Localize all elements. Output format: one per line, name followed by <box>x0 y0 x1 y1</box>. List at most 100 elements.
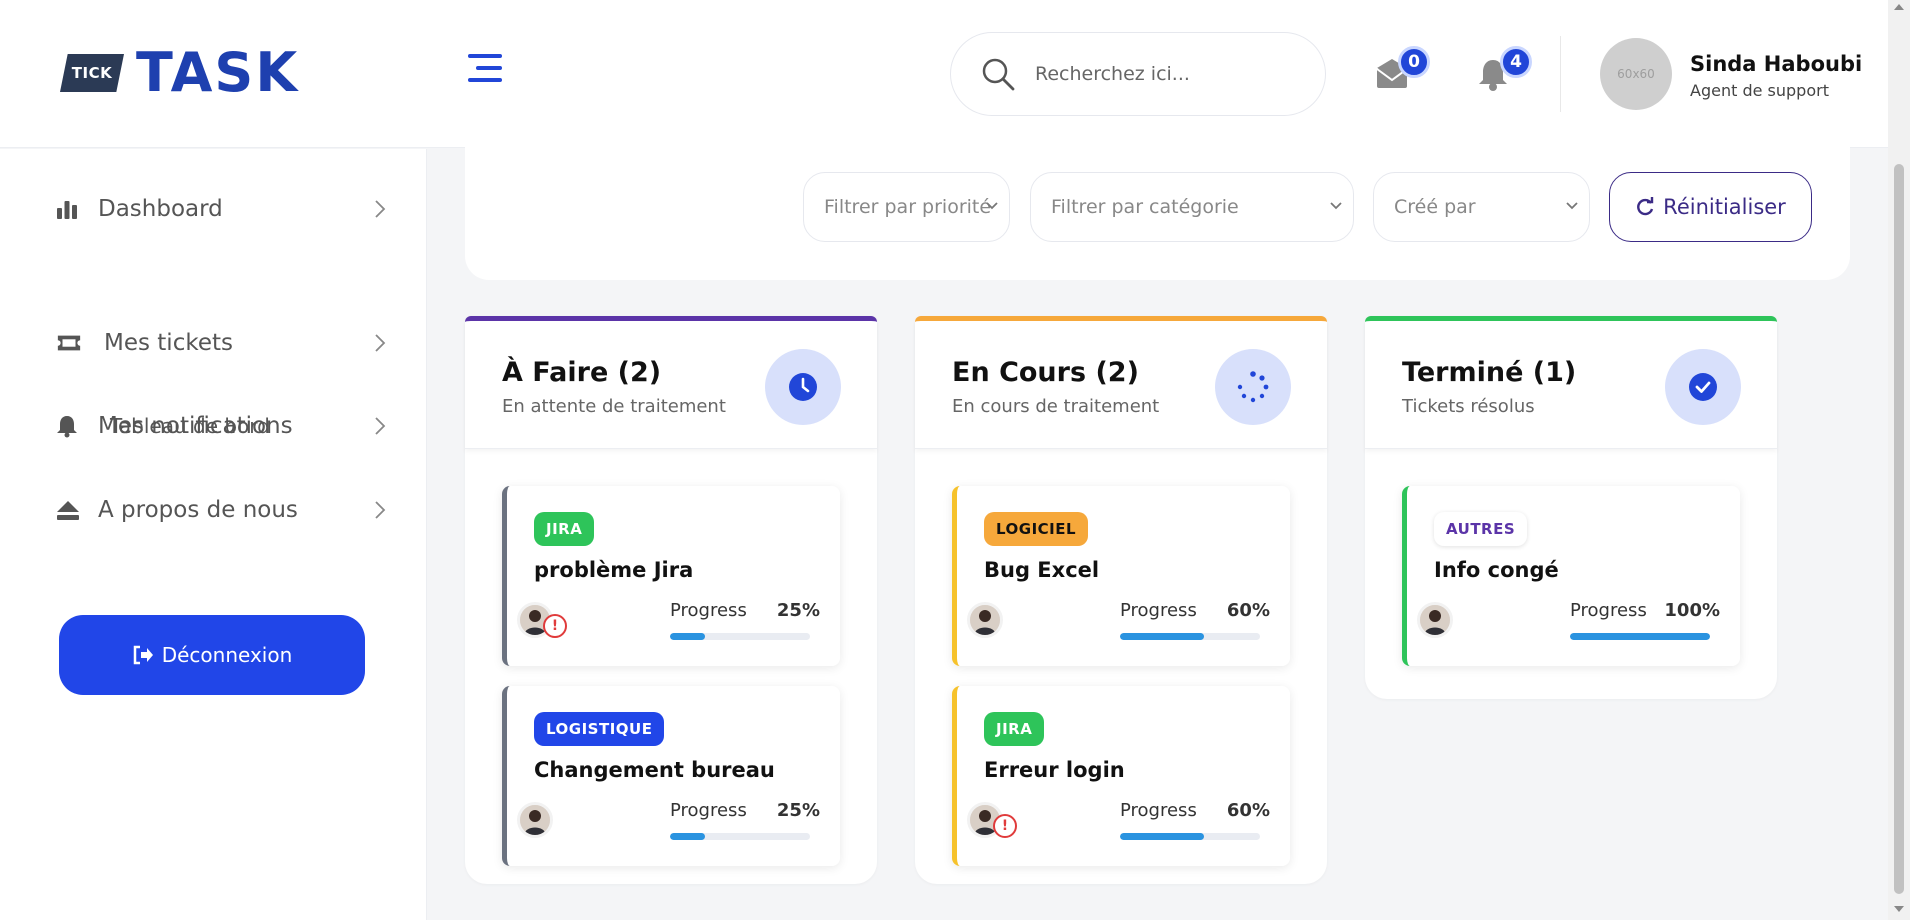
progress-label: Progress <box>1120 600 1197 621</box>
scroll-down-arrow[interactable] <box>1894 906 1904 912</box>
ticket-category-tag: AUTRES <box>1434 512 1528 546</box>
progress-value: 60% <box>1226 800 1270 821</box>
sidebar-item-label: Mes tickets <box>104 330 233 356</box>
column-header: En Cours (2) En cours de traitement <box>915 321 1327 449</box>
bar-chart-icon <box>56 198 82 220</box>
column-header: Terminé (1) Tickets résolus <box>1365 321 1777 449</box>
progress-bar <box>1570 633 1710 640</box>
notifications-button[interactable]: 4 <box>1476 46 1532 96</box>
ticket-icon <box>56 332 82 354</box>
assignee-avatar <box>1417 602 1453 638</box>
progress-label: Progress <box>1120 800 1197 821</box>
bell-icon <box>56 414 82 438</box>
ticket-category-tag: JIRA <box>984 712 1045 746</box>
ticket-card[interactable]: JIRA Erreur login ! Progress 60% <box>952 686 1290 866</box>
sidebar-item-label: Dashboard <box>98 196 223 222</box>
column-subtitle: Tickets résolus <box>1402 396 1535 417</box>
progress-value: 25% <box>776 800 820 821</box>
column-header: À Faire (2) En attente de traitement <box>465 321 877 449</box>
ticket-title: Changement bureau <box>534 758 775 782</box>
logout-label: Déconnexion <box>161 643 293 667</box>
progress-label: Progress <box>670 600 747 621</box>
progress-label: Progress <box>1570 600 1647 621</box>
scroll-up-arrow[interactable] <box>1894 4 1904 10</box>
sidebar-item-a-propos[interactable]: A propos de nous <box>56 490 386 530</box>
progress-value: 25% <box>776 600 820 621</box>
progress-label: Progress <box>670 800 747 821</box>
progress-bar <box>670 833 810 840</box>
sign-out-icon <box>133 645 153 665</box>
notifications-count-badge: 4 <box>1500 46 1532 78</box>
ticket-card[interactable]: AUTRES Info congé Progress 100% <box>1402 486 1740 666</box>
ticket-category-tag: LOGISTIQUE <box>534 712 665 746</box>
messages-count-badge: 0 <box>1398 46 1430 78</box>
user-name: Sinda Haboubi <box>1690 52 1863 76</box>
progress-fill <box>1570 633 1710 640</box>
column-title: À Faire (2) <box>502 357 662 388</box>
ticket-title: problème Jira <box>534 558 694 582</box>
eject-icon <box>56 499 82 521</box>
sidebar-item-label: Mes notifications <box>98 413 293 439</box>
priority-filter-select[interactable]: Filtrer par priorité <box>803 172 1010 242</box>
ticket-title: Info congé <box>1434 558 1559 582</box>
creator-filter-select[interactable]: Créé par <box>1373 172 1590 242</box>
top-header: TICK TASK 0 4 60x60 Sinda Haboubi Agent … <box>0 0 1888 148</box>
ticket-card[interactable]: LOGISTIQUE Changement bureau Progress 25… <box>502 686 840 866</box>
sidebar-item-mes-tickets[interactable]: Mes tickets <box>56 323 386 363</box>
alert-icon: ! <box>993 814 1017 838</box>
creator-filter-value: Créé par <box>1394 196 1476 218</box>
column-termine: Terminé (1) Tickets résolus AUTRES Info … <box>1365 316 1777 699</box>
clock-icon <box>789 373 817 401</box>
column-title: En Cours (2) <box>952 357 1139 388</box>
assignee-avatar <box>967 602 1003 638</box>
ticket-card[interactable]: LOGICIEL Bug Excel Progress 60% <box>952 486 1290 666</box>
progress-fill <box>1120 633 1204 640</box>
reset-filters-button[interactable]: Réinitialiser <box>1609 172 1812 242</box>
logo-word: TASK <box>136 41 300 104</box>
ticket-title: Erreur login <box>984 758 1125 782</box>
search-icon <box>982 58 1015 91</box>
progress-bar <box>1120 833 1260 840</box>
menu-toggle-button[interactable] <box>462 54 502 90</box>
filter-bar: Filtrer par priorité Filtrer par catégor… <box>465 140 1850 280</box>
column-status-badge <box>765 349 841 425</box>
column-en-cours: En Cours (2) En cours de traitement LOGI… <box>915 316 1327 884</box>
progress-value: 100% <box>1664 600 1720 621</box>
ticket-card[interactable]: JIRA problème Jira ! Progress 25% <box>502 486 840 666</box>
progress-value: 60% <box>1226 600 1270 621</box>
chevron-right-icon <box>375 417 386 435</box>
column-subtitle: En attente de traitement <box>502 396 726 417</box>
column-status-badge <box>1665 349 1741 425</box>
sidebar-item-dashboard[interactable]: Dashboard <box>56 189 386 229</box>
chevron-down-icon <box>1330 202 1342 210</box>
category-filter-select[interactable]: Filtrer par catégorie <box>1030 172 1354 242</box>
sidebar-item-mes-notifications[interactable]: Mes notifications <box>56 406 386 446</box>
check-icon <box>1689 373 1717 401</box>
alert-icon: ! <box>543 614 567 638</box>
assignee-avatar <box>517 802 553 838</box>
header-divider <box>1560 36 1561 112</box>
progress-fill <box>670 633 705 640</box>
ticket-title: Bug Excel <box>984 558 1100 582</box>
column-subtitle: En cours de traitement <box>952 396 1160 417</box>
logo-tag: TICK <box>60 54 124 92</box>
search-box <box>950 32 1326 116</box>
chevron-right-icon <box>375 501 386 519</box>
messages-button[interactable]: 0 <box>1374 46 1430 96</box>
column-a-faire: À Faire (2) En attente de traitement JIR… <box>465 316 877 884</box>
sidebar-item-label: A propos de nous <box>98 497 298 523</box>
search-input[interactable] <box>1035 63 1295 85</box>
progress-bar <box>1120 633 1260 640</box>
reset-label: Réinitialiser <box>1663 195 1786 219</box>
sidebar: Dashboard Tableau de bord Mes tickets Me… <box>0 149 427 920</box>
page-scrollbar[interactable] <box>1888 0 1910 920</box>
column-status-badge <box>1215 349 1291 425</box>
app-logo[interactable]: TICK TASK <box>60 46 299 100</box>
category-filter-value: Filtrer par catégorie <box>1051 196 1239 218</box>
scroll-thumb[interactable] <box>1894 164 1904 894</box>
user-avatar[interactable]: 60x60 <box>1600 38 1672 110</box>
spinner-icon <box>1237 371 1269 403</box>
chevron-right-icon <box>375 200 386 218</box>
progress-fill <box>670 833 705 840</box>
logout-button[interactable]: Déconnexion <box>59 615 365 695</box>
